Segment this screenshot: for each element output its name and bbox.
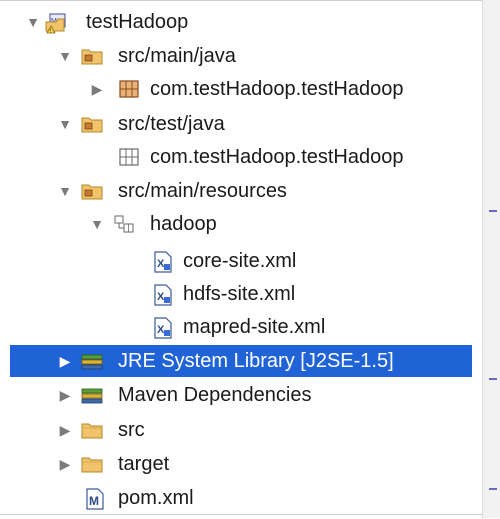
vertical-scrollbar[interactable]: [482, 0, 500, 518]
project-explorer-tree: ▼ M ! testHadoop ▼ src/main/java ▶: [0, 0, 482, 518]
chevron-down-icon[interactable]: ▼: [58, 175, 72, 207]
source-folder-icon: [80, 181, 103, 201]
library-label: JRE System Library [J2SE-1.5]: [118, 350, 394, 372]
chevron-right-icon[interactable]: ▶: [58, 414, 72, 446]
library-label: Maven Dependencies: [118, 384, 312, 406]
folder-label: src: [118, 419, 145, 441]
xml-file-icon: X: [152, 284, 174, 306]
package-tree-icon: [112, 214, 134, 234]
package-label: com.testHadoop.testHadoop: [150, 78, 404, 100]
file-label: mapred-site.xml: [183, 316, 326, 338]
library-icon: [80, 351, 103, 371]
chevron-right-icon[interactable]: ▶: [58, 379, 72, 411]
chevron-right-icon[interactable]: ▶: [90, 73, 104, 105]
folder-icon: [80, 454, 103, 474]
top-divider: [0, 0, 482, 4]
tree-row-hadoop[interactable]: ▼ hadoop: [0, 208, 482, 240]
tree-row-core-site[interactable]: X core-site.xml: [0, 245, 482, 277]
chevron-down-icon[interactable]: ▼: [90, 208, 104, 240]
svg-text:X: X: [157, 324, 165, 336]
tree-row-package-test[interactable]: com.testHadoop.testHadoop: [0, 141, 482, 173]
folder-label: hadoop: [150, 213, 217, 235]
folder-label: src/main/resources: [118, 180, 287, 202]
svg-text:X: X: [157, 291, 165, 303]
empty-package-icon: [118, 147, 140, 167]
tree-row-jre-library[interactable]: ▶ JRE System Library [J2SE-1.5]: [10, 345, 472, 377]
tree-row-package-main[interactable]: ▶ com.testHadoop.testHadoop: [0, 73, 482, 105]
chevron-down-icon[interactable]: ▼: [26, 6, 40, 38]
file-label: hdfs-site.xml: [183, 283, 296, 305]
tree-row-maven-dependencies[interactable]: ▶ Maven Dependencies: [0, 379, 482, 411]
maven-project-icon: M !: [44, 12, 66, 35]
file-label: core-site.xml: [183, 250, 297, 272]
svg-text:X: X: [157, 258, 165, 270]
tree-row-mapred-site[interactable]: X mapred-site.xml: [0, 311, 482, 343]
svg-text:M: M: [89, 494, 99, 508]
chevron-down-icon[interactable]: ▼: [58, 108, 72, 140]
package-label: com.testHadoop.testHadoop: [150, 146, 404, 168]
chevron-down-icon[interactable]: ▼: [58, 40, 72, 72]
tree-row-target[interactable]: ▶ target: [0, 448, 482, 480]
tree-row-src-test-java[interactable]: ▼ src/test/java: [0, 108, 482, 140]
file-label: pom.xml: [118, 487, 194, 509]
folder-icon: [80, 420, 103, 440]
scroll-marker: [489, 488, 497, 490]
tree-row-project[interactable]: ▼ M ! testHadoop: [0, 6, 482, 38]
project-label: testHadoop: [86, 11, 189, 33]
source-folder-icon: [80, 46, 103, 66]
tree-row-pom[interactable]: M pom.xml: [0, 482, 482, 514]
folder-label: src/test/java: [118, 113, 225, 135]
tree-row-src-main-java[interactable]: ▼ src/main/java: [0, 40, 482, 72]
tree-row-src[interactable]: ▶ src: [0, 414, 482, 446]
package-icon: [118, 79, 140, 99]
bottom-divider: [0, 514, 482, 519]
svg-text:!: !: [50, 29, 51, 35]
source-folder-icon: [80, 114, 103, 134]
library-icon: [80, 385, 103, 405]
scroll-marker: [489, 378, 497, 380]
folder-label: target: [118, 453, 170, 475]
maven-pom-icon: M: [84, 488, 106, 510]
xml-file-icon: X: [152, 251, 174, 273]
folder-label: src/main/java: [118, 45, 236, 67]
scroll-marker: [489, 210, 497, 212]
tree-row-hdfs-site[interactable]: X hdfs-site.xml: [0, 278, 482, 310]
xml-file-icon: X: [152, 317, 174, 339]
tree-row-src-main-resources[interactable]: ▼ src/main/resources: [0, 175, 482, 207]
chevron-right-icon[interactable]: ▶: [58, 448, 72, 480]
chevron-right-icon[interactable]: ▶: [58, 345, 72, 377]
